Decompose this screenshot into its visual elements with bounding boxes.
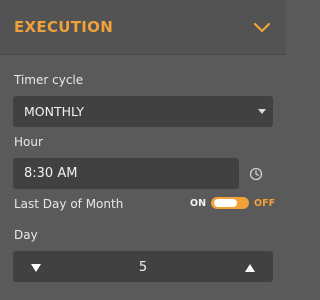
hour-label: Hour [14,135,43,149]
day-stepper: 5 [13,251,273,282]
toggle-on-label: ON [190,198,207,209]
section-title: EXECUTION [14,18,114,36]
timer-cycle-value: MONTHLY [24,104,84,119]
chevron-down-icon[interactable] [250,16,274,38]
timer-cycle-select[interactable]: MONTHLY [13,96,273,127]
last-day-of-month-label: Last Day of Month [14,197,124,211]
caret-down-icon [258,109,266,114]
day-label: Day [14,228,38,242]
toggle-off-label: OFF [254,198,276,209]
triangle-down-icon[interactable] [27,260,45,274]
day-value[interactable]: 5 [113,260,173,275]
hour-input[interactable] [13,158,239,189]
timer-cycle-label: Timer cycle [14,73,84,87]
execution-section-header[interactable]: EXECUTION [0,0,286,55]
last-day-of-month-toggle[interactable] [211,197,249,209]
triangle-up-icon[interactable] [241,260,259,274]
toggle-knob [214,199,237,207]
clock-icon[interactable] [249,166,263,181]
